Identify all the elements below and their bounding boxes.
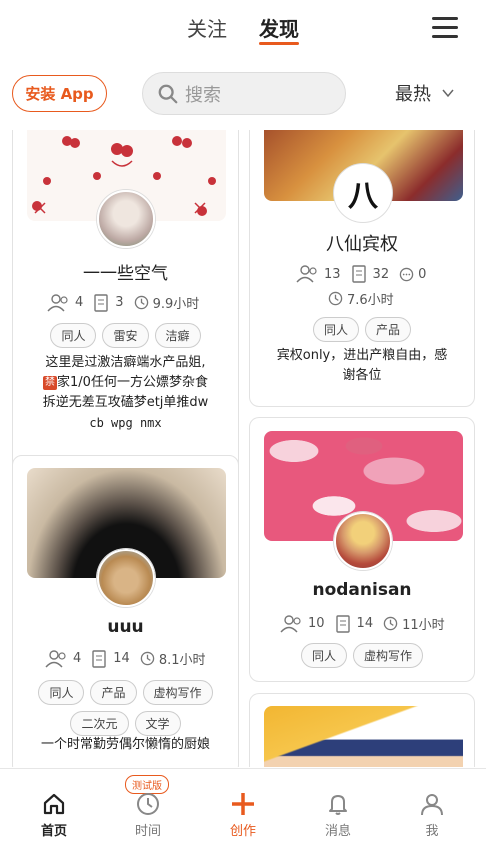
bell-icon [329,795,347,815]
clock-icon [383,616,398,631]
circle-description: 这里是过激洁癖端水产品姐, 禁家1/0任何一方公嫖梦杂食 拆逆无差互攻磕梦etj… [42,355,209,430]
cover-image [264,706,463,767]
nav-home[interactable]: 首页 [24,791,84,839]
install-app-button[interactable]: 安装 App [12,75,107,112]
search-input[interactable]: 搜索 [142,72,346,115]
tag[interactable]: 文学 [134,711,181,736]
members-icon [280,614,301,632]
tag[interactable]: 雷安 [102,323,149,348]
comments-count: 0 [418,266,427,282]
posts-icon [94,293,108,312]
active-time: 7.6小时 [347,293,394,308]
tag[interactable]: 同人 [300,643,347,668]
members-count: 10 [308,616,325,631]
circle-title: 一一些空气 [83,264,168,284]
tag[interactable]: 同人 [50,323,97,348]
sort-label: 最热 [395,84,431,105]
active-time: 9.9小时 [152,297,200,312]
tag[interactable]: 虚构写作 [353,643,424,668]
active-tab-indicator [259,42,299,45]
posts-icon [92,649,106,668]
search-placeholder: 搜索 [185,84,221,106]
home-icon [43,793,65,815]
nav-create[interactable]: 创作 [213,791,273,839]
tab-follow[interactable]: 关注 [187,13,227,42]
circle-card[interactable]: uuu 4 14 8.1小时 同人 产品 虚构写作 二次元 文学 一个时常勤劳偶… [12,455,239,767]
bottom-nav: 首页 测试版 时间 创作 消息 我 [0,768,486,843]
circle-title: nodanisan [312,580,412,600]
posts-count: 32 [372,266,390,282]
tag[interactable]: 虚构写作 [142,680,213,705]
comment-icon [399,267,414,281]
clock-icon [134,295,148,310]
members-count: 4 [73,651,82,666]
circle-card[interactable]: 八 八仙宾权 13 32 0 7.6小时 同人 产品 宾权only，进出产粮自由… [249,130,475,407]
circle-title: uuu [107,617,144,637]
tag-list: 同人 雷安 洁癖 [13,323,238,354]
circle-description: 一个时常勤劳偶尔懒惰的厨娘 [40,737,210,752]
tag[interactable]: 同人 [38,680,85,705]
circle-card[interactable] [249,693,475,767]
members-count: 13 [324,266,341,282]
posts-count: 3 [115,295,124,310]
members-icon [45,649,66,667]
circle-avatar [97,190,155,248]
banned-icon: 禁 [43,375,58,390]
tag[interactable]: 二次元 [70,711,129,736]
user-icon [421,794,443,816]
tag-list: 同人 产品 [250,317,474,348]
tag-list: 同人 虚构写作 [250,643,474,674]
circle-stats: 4 14 8.1小时 [45,649,216,668]
posts-icon [351,265,366,283]
members-icon [296,265,317,283]
members-count: 4 [75,295,84,310]
circle-stats: 13 32 0 [296,265,436,283]
circle-time: 7.6小时 [328,289,404,308]
sort-dropdown[interactable]: 最热 [395,80,455,106]
posts-icon [335,614,350,633]
tag[interactable]: 产品 [90,680,137,705]
circle-description: 宾权only，进出产粮自由，感 谢各位 [276,348,448,383]
circle-stats: 10 14 11小时 [280,614,455,633]
members-icon [47,293,68,311]
clock-icon [140,651,155,666]
plus-icon [232,793,254,815]
tab-discover[interactable]: 发现 [259,13,299,42]
tag[interactable]: 产品 [365,317,412,342]
nav-time[interactable]: 时间 [118,791,178,839]
circle-avatar: 八 [334,164,392,222]
top-tabs: 关注 发现 [0,0,486,60]
posts-count: 14 [113,651,130,666]
search-icon [158,84,178,103]
chevron-down-icon [442,89,454,98]
circle-stats: 4 3 9.9小时 [47,293,209,312]
tag[interactable]: 洁癖 [154,323,201,348]
hamburger-menu-icon[interactable] [432,17,458,39]
circle-feed: 一一些空气 4 3 9.9小时 同人 雷安 洁癖 这里是过激洁癖端水产品姐, 禁… [0,130,486,767]
clock-icon [328,291,343,306]
clock-icon [137,793,159,815]
tag-list: 同人 产品 虚构写作 二次元 文学 [13,680,238,742]
circle-avatar [334,512,392,570]
posts-count: 14 [356,616,374,631]
nav-me[interactable]: 我 [402,791,462,839]
tag[interactable]: 同人 [312,317,359,342]
nav-messages[interactable]: 消息 [308,791,368,839]
circle-title: 八仙宾权 [326,234,398,255]
circle-card[interactable]: nodanisan 10 14 11小时 同人 虚构写作 [249,417,475,682]
circle-avatar [97,549,155,607]
toolbar: 安装 App 搜索 最热 [0,72,486,116]
active-time: 11小时 [402,618,445,633]
active-time: 8.1小时 [158,653,206,668]
